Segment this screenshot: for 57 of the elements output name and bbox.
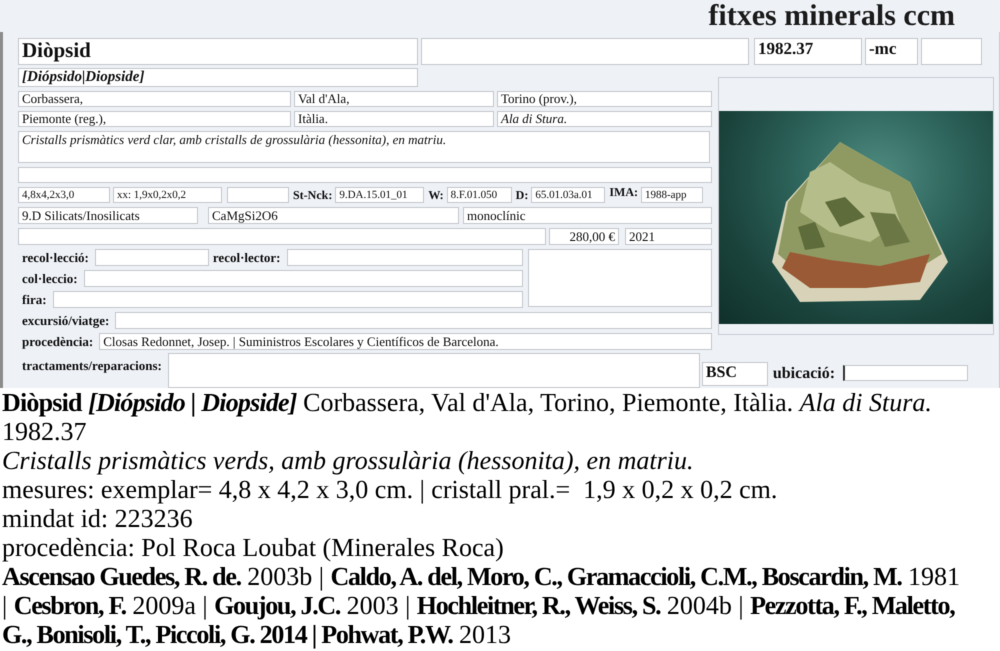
catalog-number-field[interactable]: 1982.37 [754,38,862,65]
input-field[interactable] [52,291,523,308]
classification-field[interactable]: 9.DA.15.01_01 [335,187,424,203]
classification-field[interactable]: 65.01.03a.01 [531,187,606,203]
field-label: col·leccio: [22,270,78,286]
specimen-description: Cristalls prismàtics verds, amb grossulària (hessonita), en matriu. [2,446,694,475]
locality-field[interactable]: Piemonte (reg.), [18,111,291,127]
field-label: recol·lector: [212,250,280,266]
field-label: tractaments/reparacions: [22,358,162,374]
field-label: procedència: [22,334,94,350]
locality-field[interactable]: Torino (prov.), [497,91,712,107]
field-label: ubicació: [772,365,836,383]
suffix-field[interactable]: -mc [865,38,918,65]
field-label: St-Nck: [293,188,332,202]
input-field[interactable] [84,270,523,287]
location-field[interactable] [843,365,968,381]
formula-field[interactable]: CaMgSi2O6 [208,207,459,224]
text-field[interactable] [18,228,546,245]
field-label: fira: [22,292,47,308]
field-label: D: [516,188,528,202]
references-text: Ascensao Guedes, R. de. 2003b | Caldo, A. del, Moro, C., Gramaccioli, C.M., Boscardin, M. 1981 | Cesbron, F. 2009a | Goujou, J.C. 2003 | Hochleitner, R., Weiss, S. 2004b | Pezzotta, F., Maletto, G., Bonisoli, T., Piccoli, G. 2014 | Pohwat, P.W. 2013 [2,562,962,649]
catalog-number: 1982.37 [2,417,88,446]
crystal-system-field[interactable]: monoclínic [463,207,712,224]
input-field[interactable] [286,249,523,266]
field-label: IMA: [609,185,638,200]
mindat-id: mindat id: 223236 [2,504,194,533]
storage-code-field[interactable]: BSC [702,362,768,386]
locality-field[interactable]: Val d'Ala, [294,91,494,107]
year-field[interactable]: 2021 [625,228,712,245]
input-field[interactable] [115,312,712,329]
treatments-field[interactable] [168,353,700,388]
crystal-size-field[interactable]: xx: 1,9x0,2x0,2 [113,187,222,203]
field-label: recol·lecció: [22,250,89,266]
text-field[interactable] [18,167,712,183]
synonyms-field[interactable]: [Diópsido|Diopside] [18,68,418,87]
locality-field[interactable]: Ala di Stura. [497,111,712,127]
text-field[interactable] [421,38,749,65]
class-field[interactable]: 9.D Silicats/Inosilicats [18,207,198,224]
price-field[interactable]: 280,00 € [549,228,619,245]
app-title: fitxes minerals ccm [708,0,955,32]
size-field[interactable]: 4,8x4,2x3,0 [18,187,110,203]
locality-field[interactable]: Itàlia. [294,111,494,127]
text-field[interactable] [921,38,982,65]
field-label: W: [428,188,444,202]
field-label: excursió/viatge: [22,312,110,328]
measurements-text: mesures: exemplar= 4,8 x 4,2 x 3,0 cm. | cristall pral.= 1,9 x 0,2 x 0,2 cm. [2,475,778,504]
text-field[interactable] [227,187,289,203]
input-field[interactable]: Closas Redonnet, Josep. | Suministros Escolares y Científicos de Barcelona. [99,333,712,350]
input-field[interactable] [94,249,209,266]
notes-field[interactable] [528,249,712,307]
classification-field[interactable]: 1988-app [641,187,704,203]
name-field[interactable]: Diòpsid [18,38,418,65]
description-field[interactable]: Cristalls prismàtics verd clar, amb cristalls de grossulària (hessonita), en matriu. [18,131,710,163]
classification-field[interactable]: 8.F.01.050 [446,187,512,203]
specimen-heading: Diòpsid [Diópsido | Diopside] Corbassera, Val d'Ala, Torino, Piemonte, Itàlia. Ala di Stura. [2,388,933,417]
provenance-text: procedència: Pol Roca Loubat (Minerales Roca) [2,533,505,562]
locality-field[interactable]: Corbassera, [18,91,291,107]
